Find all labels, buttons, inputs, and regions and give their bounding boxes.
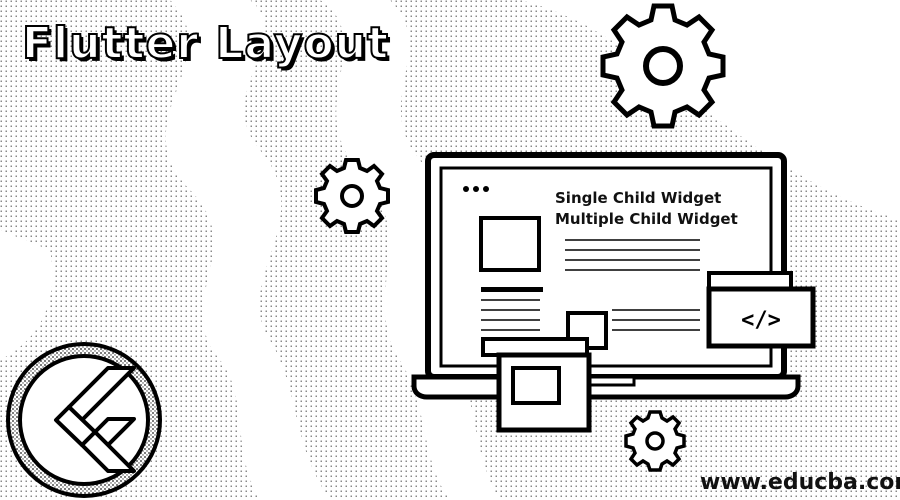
gear-icon xyxy=(624,410,686,472)
code-badge-label: </> xyxy=(741,308,781,333)
gear-icon xyxy=(314,158,390,234)
page-title: Flutter Layout xyxy=(21,17,390,70)
screen-line-multiple-child: Multiple Child Widget xyxy=(555,210,738,228)
image-placeholder xyxy=(479,216,541,272)
screen-line-single-child: Single Child Widget xyxy=(555,189,722,207)
gear-icon xyxy=(600,3,726,129)
popup-card xyxy=(481,337,592,433)
footer-url[interactable]: www.educba.com xyxy=(700,470,900,495)
flutter-logo-icon xyxy=(6,342,162,498)
banner-illustration: </> xyxy=(0,0,900,500)
bold-line xyxy=(481,287,543,292)
window-dots xyxy=(463,186,489,192)
